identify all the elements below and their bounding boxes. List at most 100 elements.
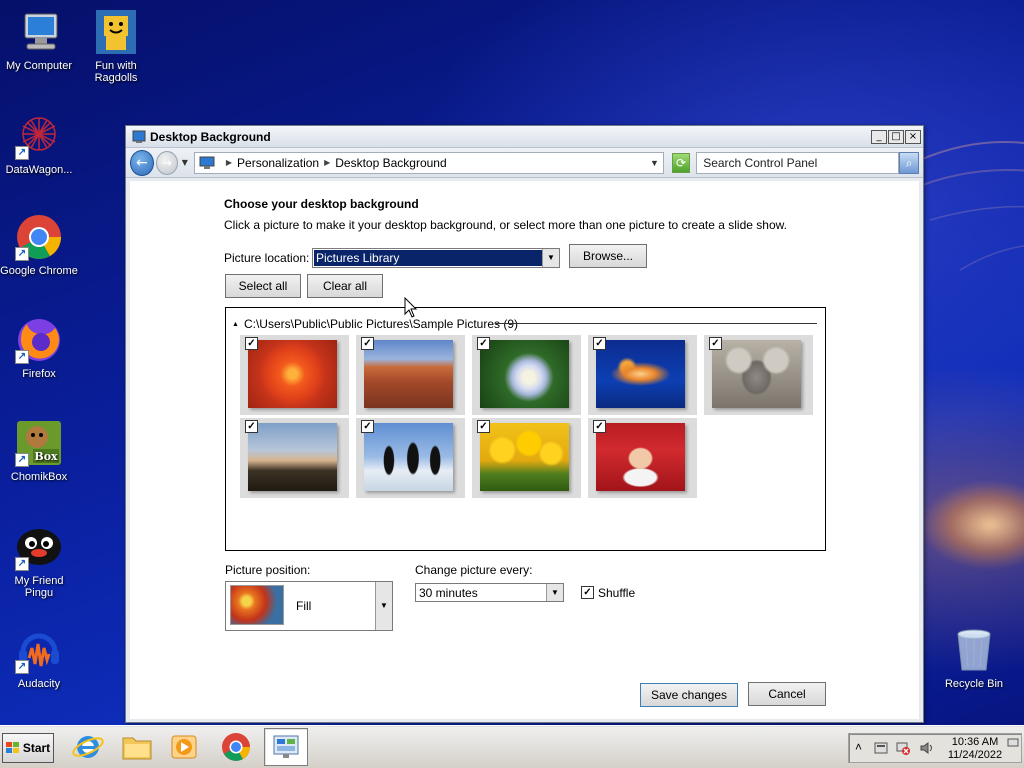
shortcut-arrow-icon: ↗ — [15, 660, 29, 674]
mouse-cursor-icon — [404, 297, 418, 318]
cancel-button[interactable]: Cancel — [748, 682, 826, 706]
action-center-icon[interactable] — [873, 740, 889, 756]
picture-position-label: Picture position: — [225, 563, 311, 577]
minimize-button[interactable]: _ — [871, 129, 887, 144]
forward-arrow-icon[interactable]: → — [155, 150, 178, 175]
thumbnail-checkbox[interactable]: ✓ — [245, 420, 258, 433]
shortcut-arrow-icon: ↗ — [15, 453, 29, 467]
chevron-down-icon[interactable]: ▼ — [546, 584, 563, 601]
browse-button[interactable]: Browse... — [569, 244, 647, 268]
shuffle-checkbox[interactable]: ✓ — [581, 586, 594, 599]
close-button[interactable]: × — [905, 129, 921, 144]
svg-text:Box: Box — [34, 450, 58, 463]
taskbar-windows-explorer[interactable] — [115, 728, 159, 766]
desktop-icon-audacity[interactable]: ↗ Audacity — [0, 626, 79, 690]
select-all-button[interactable]: Select all — [225, 274, 301, 298]
taskbar-internet-explorer[interactable] — [66, 728, 110, 766]
desktop-icon-label: Google Chrome — [0, 265, 78, 277]
network-error-icon[interactable] — [895, 740, 911, 756]
thumbnail-checkbox[interactable]: ✓ — [245, 337, 258, 350]
clock[interactable]: 10:36 AM 11/24/2022 — [945, 736, 1005, 762]
thumbnail-koala[interactable]: ✓ — [704, 335, 813, 415]
shuffle-label[interactable]: Shuffle — [598, 586, 635, 600]
thumbnail-checkbox[interactable]: ✓ — [361, 337, 374, 350]
refresh-icon[interactable]: ⟳ — [671, 152, 691, 173]
taskbar-media-player[interactable] — [162, 728, 206, 766]
desktop-icon-label: Recycle Bin — [944, 678, 1004, 690]
collapse-chevron-icon[interactable]: ▲ — [232, 321, 239, 328]
taskbar-google-chrome[interactable] — [214, 728, 258, 766]
wallpaper-jellyfish-accent — [920, 480, 1024, 570]
thumbnail-checkbox[interactable]: ✓ — [361, 420, 374, 433]
thumbnail-checkbox[interactable]: ✓ — [709, 337, 722, 350]
control-panel-icon — [199, 156, 215, 169]
desktop-icon-datawagon[interactable]: ↗ DataWagon... — [0, 112, 79, 176]
desktop-icon-fun-with-ragdolls[interactable]: Fun with Ragdolls — [76, 8, 156, 84]
jellyfish-image — [596, 340, 685, 408]
thumbnail-santa[interactable]: ✓ — [588, 418, 697, 498]
hydrangeas-image — [480, 340, 569, 408]
change-picture-label: Change picture every: — [415, 563, 533, 577]
thumbnail-lighthouse[interactable]: ✓ — [240, 418, 349, 498]
thumbnail-chrysanthemum[interactable]: ✓ — [240, 335, 349, 415]
desert-image — [364, 340, 453, 408]
desktop-icon-google-chrome[interactable]: ↗ Google Chrome — [0, 213, 79, 277]
show-desktop-icon[interactable] — [1007, 738, 1019, 748]
folder-icon — [122, 737, 152, 760]
recent-pages-chevron-icon[interactable]: ▼ — [182, 158, 188, 167]
internet-explorer-icon — [72, 736, 104, 758]
volume-icon[interactable] — [919, 740, 935, 756]
penguins-image — [364, 423, 453, 491]
clear-all-button[interactable]: Clear all — [307, 274, 383, 298]
chrome-icon — [222, 733, 250, 761]
page-description: Click a picture to make it your desktop … — [224, 218, 787, 232]
thumbnail-jellyfish[interactable]: ✓ — [588, 335, 697, 415]
desktop-icon-label: My Friend Pingu — [14, 575, 64, 599]
thumbnail-checkbox[interactable]: ✓ — [593, 420, 606, 433]
breadcrumb-desktop-background[interactable]: Desktop Background — [335, 156, 446, 170]
address-dropdown-icon[interactable]: ▼ — [650, 158, 659, 168]
address-bar[interactable]: ▶ Personalization ▶ Desktop Background ▼ — [193, 151, 664, 174]
taskbar-control-panel[interactable] — [264, 728, 308, 766]
page-heading: Choose your desktop background — [224, 197, 419, 211]
start-button[interactable]: Start — [2, 733, 54, 763]
title-bar[interactable]: Desktop Background _ □ × — [126, 126, 923, 148]
thumbnail-desert[interactable]: ✓ — [356, 335, 465, 415]
chrome-icon: ↗ — [15, 213, 63, 261]
back-arrow-icon[interactable]: ← — [130, 149, 154, 176]
taskbar: Start ˄ 10:36 AM 11/24/2022 — [0, 725, 1024, 768]
picture-location-select[interactable]: Pictures Library ▼ — [312, 248, 560, 268]
desktop-icon-firefox[interactable]: ↗ Firefox — [0, 316, 79, 380]
desktop-icon-recycle-bin[interactable]: Recycle Bin — [934, 626, 1014, 690]
picture-position-select[interactable]: Fill ▼ — [225, 581, 393, 631]
breadcrumb-personalization[interactable]: Personalization — [237, 156, 319, 170]
breadcrumb-separator-icon[interactable]: ▶ — [324, 158, 330, 167]
show-hidden-icons-chevron-icon[interactable]: ˄ — [855, 740, 862, 754]
desktop-icon-my-computer[interactable]: My Computer — [0, 8, 79, 72]
change-picture-select[interactable]: 30 minutes ▼ — [415, 583, 564, 602]
chevron-down-icon[interactable]: ▼ — [542, 249, 559, 267]
thumbnail-checkbox[interactable]: ✓ — [477, 420, 490, 433]
thumbnail-penguins[interactable]: ✓ — [356, 418, 465, 498]
search-input[interactable]: Search Control Panel — [696, 151, 899, 174]
desktop-icon-chomikbox[interactable]: Box ↗ ChomikBox — [0, 419, 79, 483]
save-changes-button[interactable]: Save changes — [640, 683, 738, 707]
thumbnail-hydrangeas[interactable]: ✓ — [472, 335, 581, 415]
thumbnail-checkbox[interactable]: ✓ — [477, 337, 490, 350]
desktop-icon-label: Firefox — [22, 368, 56, 380]
shortcut-arrow-icon: ↗ — [15, 350, 29, 364]
desktop-icon-my-friend-pingu[interactable]: ↗ My Friend Pingu — [0, 523, 79, 599]
tulips-image — [480, 423, 569, 491]
gallery-group-header[interactable]: ▲ C:\Users\Public\Public Pictures\Sample… — [232, 317, 518, 331]
chevron-down-icon[interactable]: ▼ — [375, 582, 392, 630]
search-icon[interactable]: ⌕ — [898, 151, 919, 174]
audacity-icon: ↗ — [15, 626, 63, 674]
thumbnail-checkbox[interactable]: ✓ — [593, 337, 606, 350]
desktop-icon-label: Fun with Ragdolls — [94, 60, 138, 84]
lighthouse-image — [248, 423, 337, 491]
picture-position-value: Fill — [296, 599, 312, 613]
thumbnail-tulips[interactable]: ✓ — [472, 418, 581, 498]
recycle-bin-icon — [950, 626, 998, 674]
maximize-button[interactable]: □ — [888, 129, 904, 144]
change-picture-value: 30 minutes — [419, 586, 478, 600]
